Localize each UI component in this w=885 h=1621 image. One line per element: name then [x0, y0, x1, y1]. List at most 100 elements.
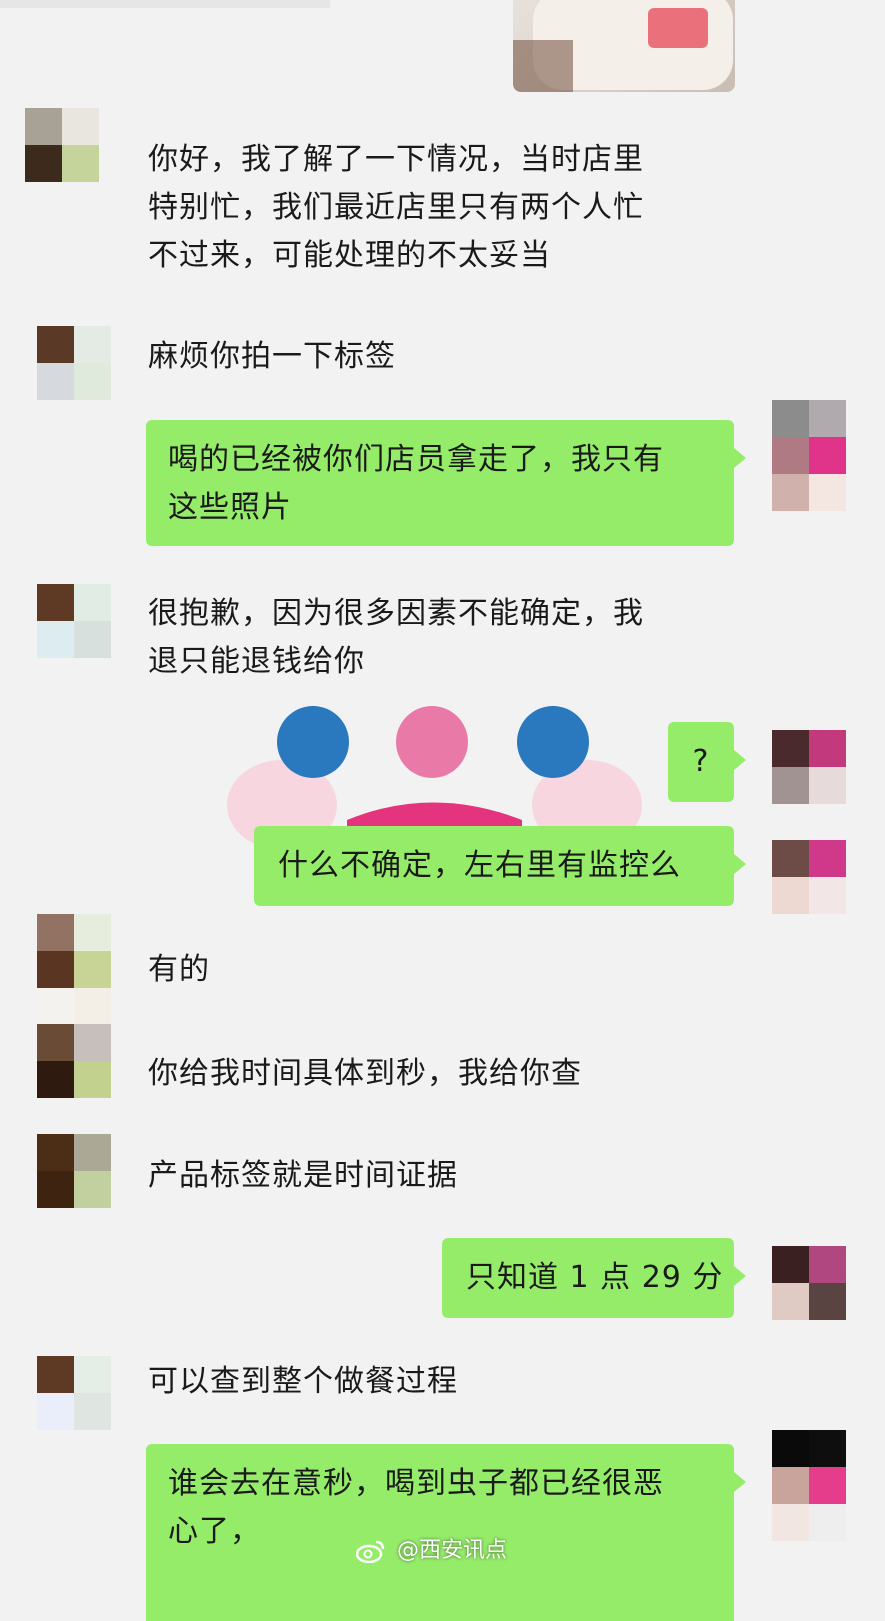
sent-message-bubble[interactable]: 只知道 1 点 29 分 — [442, 1238, 746, 1318]
avatar-pixel — [62, 108, 99, 145]
avatar-pixel — [809, 437, 846, 474]
avatar-pixel — [809, 400, 846, 437]
avatar-pixel — [37, 1061, 74, 1098]
avatar-pixel — [772, 767, 809, 804]
message-line: 特别忙，我们最近店里只有两个人忙 — [148, 190, 644, 225]
avatar-pixel — [809, 1283, 846, 1320]
avatar[interactable] — [37, 1356, 111, 1430]
avatar-pixel — [809, 1504, 846, 1541]
message-line: 不过来，可能处理的不太妥当 — [148, 238, 551, 273]
avatar-pixel — [37, 621, 74, 658]
message-text: 麻烦你拍一下标签 — [148, 339, 396, 374]
avatar-pixel — [74, 1171, 111, 1208]
avatar-pixel — [772, 1246, 809, 1283]
avatar-pixel — [772, 840, 809, 877]
avatar-pixel — [74, 914, 111, 951]
avatar-pixel — [37, 1171, 74, 1208]
bubble-tail — [734, 448, 746, 468]
sticker-eye-left — [277, 706, 349, 778]
avatar-pixel — [772, 474, 809, 511]
message-line: 很抱歉，因为很多因素不能确定，我 — [148, 596, 644, 631]
avatar-pixel — [772, 1467, 809, 1504]
avatar-pixel — [772, 400, 809, 437]
avatar-pixel — [37, 363, 74, 400]
avatar[interactable] — [37, 584, 111, 658]
avatar-pixel — [74, 326, 111, 363]
message-line: 什么不确定，左右里有监控么 — [278, 848, 681, 883]
avatar[interactable] — [772, 730, 846, 804]
avatar-pixel — [74, 363, 111, 400]
message-line: 谁会去在意秒，喝到虫子都已经很恶 — [168, 1466, 664, 1501]
message-line: 你好，我了解了一下情况，当时店里 — [148, 142, 644, 177]
sent-message-bubble[interactable]: 喝的已经被你们店员拿走了，我只有 这些照片 — [146, 420, 746, 546]
avatar-pixel — [772, 1283, 809, 1320]
avatar[interactable] — [37, 1134, 111, 1208]
avatar-pixel — [25, 108, 62, 145]
sent-message-bubble[interactable]: ? — [668, 722, 746, 802]
message-text: 产品标签就是时间证据 — [148, 1158, 458, 1193]
avatar[interactable] — [772, 400, 846, 511]
weibo-icon — [355, 1540, 385, 1564]
avatar-pixel — [809, 474, 846, 511]
avatar-pixel — [809, 730, 846, 767]
avatar-pixel — [809, 1430, 846, 1467]
avatar-pixel — [809, 767, 846, 804]
message-text: 可以查到整个做餐过程 — [148, 1364, 458, 1399]
avatar-pixel — [74, 1393, 111, 1430]
top-shade — [0, 0, 330, 8]
avatar-pixel — [37, 584, 74, 621]
message-text: 有的 — [148, 952, 210, 987]
message-line: 这些照片 — [168, 490, 292, 525]
avatar-pixel — [74, 1024, 111, 1061]
avatar-pixel — [37, 1134, 74, 1171]
avatar-pixel — [772, 1504, 809, 1541]
avatar-pixel — [809, 1246, 846, 1283]
chat-screen: 你好，我了解了一下情况，当时店里 特别忙，我们最近店里只有两个人忙 不过来，可能… — [0, 0, 885, 1621]
avatar[interactable] — [772, 840, 846, 914]
avatar-pixel — [37, 1393, 74, 1430]
avatar-pixel — [74, 988, 111, 1025]
avatar-pixel — [37, 1024, 74, 1061]
avatar-pixel — [74, 1134, 111, 1171]
message-line: 退只能退钱给你 — [148, 644, 365, 679]
bubble-tail — [734, 1266, 746, 1286]
message-text: 很抱歉，因为很多因素不能确定，我 退只能退钱给你 — [148, 590, 644, 686]
avatar-pixel — [772, 1430, 809, 1467]
message-line: 喝的已经被你们店员拿走了，我只有 — [168, 442, 664, 477]
avatar-pixel — [772, 730, 809, 767]
avatar[interactable] — [37, 914, 111, 1025]
avatar[interactable] — [772, 1246, 846, 1320]
sticker-eye-right — [517, 706, 589, 778]
watermark-text: @西安讯点 — [397, 1538, 508, 1563]
message-line: ? — [692, 744, 710, 779]
avatar-pixel — [772, 437, 809, 474]
bubble-tail — [734, 1472, 746, 1492]
avatar-pixel — [74, 951, 111, 988]
sent-message-bubble[interactable]: 什么不确定，左右里有监控么 — [254, 826, 746, 906]
message-line: 只知道 1 点 29 分 — [466, 1260, 724, 1295]
avatar[interactable] — [25, 108, 99, 182]
bubble-tail — [734, 854, 746, 874]
avatar-pixel — [74, 584, 111, 621]
avatar-pixel — [809, 1467, 846, 1504]
message-text: 你给我时间具体到秒，我给你查 — [148, 1056, 582, 1091]
sticker-nose — [396, 706, 468, 778]
message-text: 你好，我了解了一下情况，当时店里 特别忙，我们最近店里只有两个人忙 不过来，可能… — [148, 136, 644, 280]
avatar-pixel — [37, 951, 74, 988]
avatar-pixel — [37, 326, 74, 363]
photo-shadow — [513, 40, 573, 92]
avatar[interactable] — [772, 1430, 846, 1541]
avatar-pixel — [25, 145, 62, 182]
avatar[interactable] — [37, 1024, 111, 1098]
avatar[interactable] — [37, 326, 111, 400]
photo-message[interactable] — [513, 0, 735, 92]
photo-red-logo — [648, 8, 708, 48]
avatar-pixel — [37, 988, 74, 1025]
avatar-pixel — [772, 877, 809, 914]
avatar-pixel — [74, 1356, 111, 1393]
watermark: @西安讯点 — [355, 1532, 508, 1564]
avatar-pixel — [62, 145, 99, 182]
avatar-pixel — [37, 914, 74, 951]
avatar-pixel — [37, 1356, 74, 1393]
bubble-tail — [734, 750, 746, 770]
